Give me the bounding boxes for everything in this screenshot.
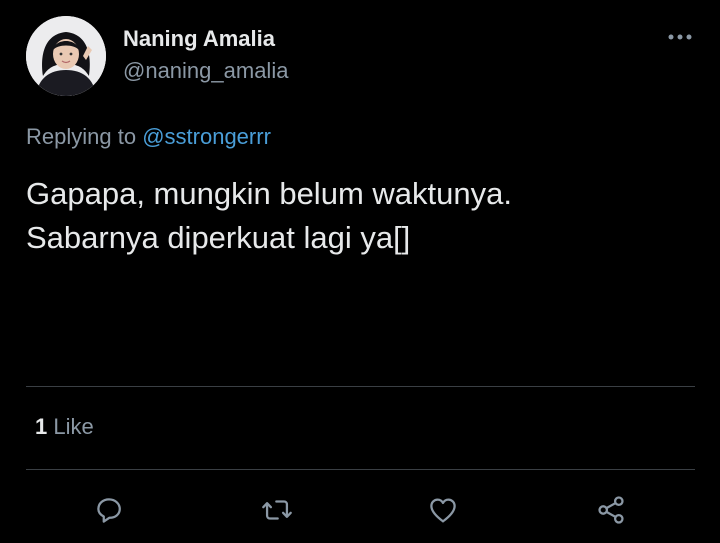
replying-to-line: Replying to @sstrongerrr [26,124,271,150]
comment-icon [97,498,121,523]
divider [26,386,695,387]
reply-button[interactable] [89,490,129,530]
retweet-icon [262,500,292,520]
tweet-text-line: Gapapa, mungkin belum waktunya. [26,176,512,211]
likes-count-link[interactable]: 1 Like [35,414,94,440]
profile-photo-icon [26,16,106,96]
author-name[interactable]: Naning Amalia [123,26,275,52]
more-options-button[interactable] [662,22,698,52]
heart-icon [430,498,456,523]
retweet-button[interactable] [257,490,297,530]
more-horizontal-icon [668,34,692,40]
replying-to-label: Replying to [26,124,137,149]
tweet-text-line: Sabarnya diperkuat lagi ya[] [26,220,411,255]
tweet-text: Gapapa, mungkin belum waktunya. Sabarnya… [26,172,686,260]
share-icon [598,496,624,524]
tweet-detail: Naning Amalia @naning_amalia Replying to… [0,0,720,543]
likes-label: Like [53,414,94,439]
reply-mention-link[interactable]: @sstrongerrr [142,124,271,149]
author-handle[interactable]: @naning_amalia [123,58,288,84]
share-button[interactable] [591,490,631,530]
avatar[interactable] [26,16,106,96]
divider [26,469,695,470]
like-button[interactable] [423,490,463,530]
likes-count: 1 [35,414,48,439]
